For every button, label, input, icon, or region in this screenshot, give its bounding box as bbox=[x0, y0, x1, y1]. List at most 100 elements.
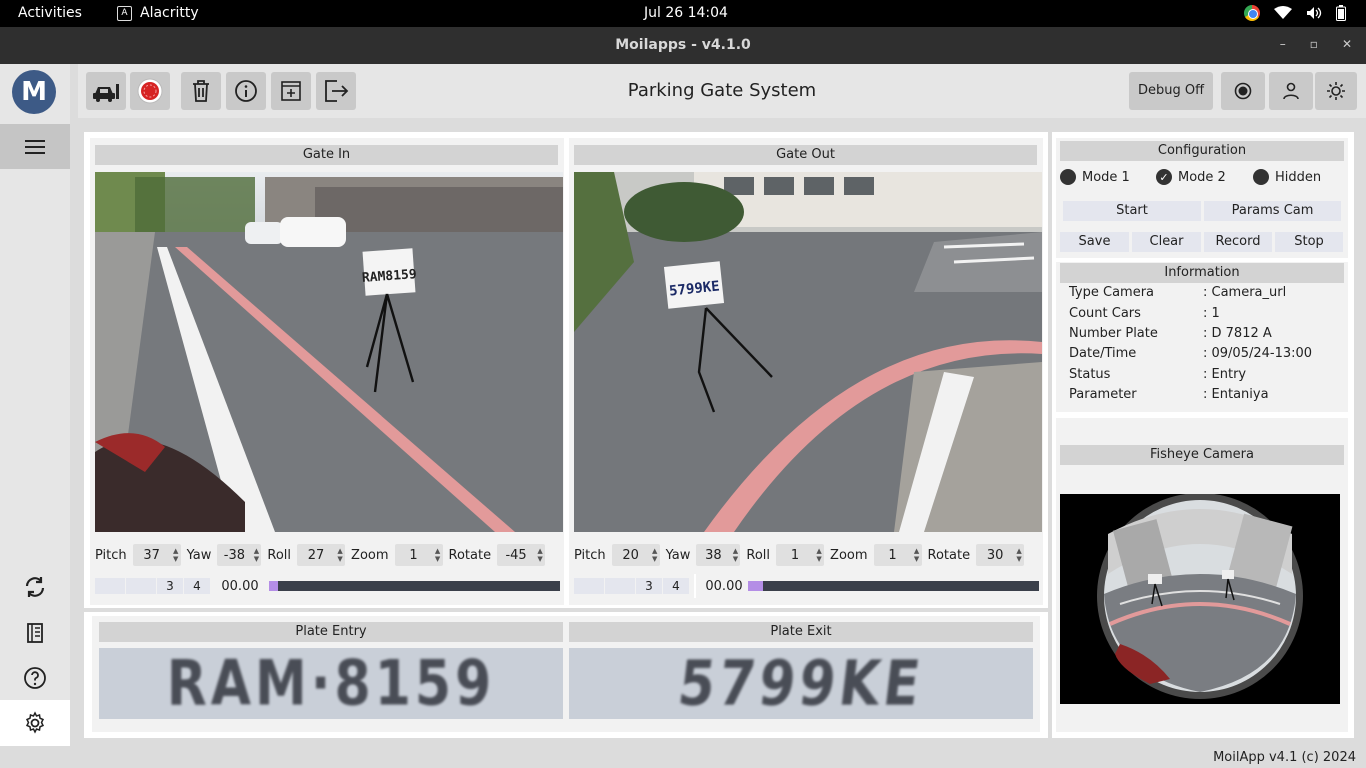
spin-arrows-icon[interactable]: ▲ ▼ bbox=[730, 547, 740, 563]
clear-button[interactable]: Clear bbox=[1132, 232, 1201, 252]
info-row-parameter: Parameter: Entaniya bbox=[1069, 387, 1269, 402]
plate-entry-title: Plate Entry bbox=[99, 622, 563, 642]
spin-arrows-icon[interactable]: ▲ ▼ bbox=[335, 547, 345, 563]
alacritty-icon: A bbox=[117, 5, 132, 21]
gate-out-playback-row: 3 4 00.00 bbox=[574, 574, 1039, 598]
gate-in-playback-row: 3 4 00.00 bbox=[95, 577, 560, 595]
gate-out-progress-fill bbox=[748, 581, 763, 591]
params-cam-button[interactable]: Params Cam bbox=[1204, 201, 1341, 221]
gate-in-box-2[interactable] bbox=[126, 578, 156, 594]
debug-toggle-button[interactable]: Debug Off bbox=[1129, 72, 1213, 110]
information-title: Information bbox=[1060, 263, 1344, 283]
record-list-button[interactable] bbox=[22, 620, 48, 646]
gate-out-roll-spinbox[interactable]: 1 ▲ ▼ bbox=[776, 544, 825, 566]
system-top-bar: Activities A Alacritty Jul 26 14:04 bbox=[0, 0, 1366, 27]
gate-out-zoom-spinbox[interactable]: 1 ▲ ▼ bbox=[873, 544, 922, 566]
spin-arrows-icon[interactable]: ▲ ▼ bbox=[535, 547, 545, 563]
info-row-number-plate: Number Plate: D 7812 A bbox=[1069, 326, 1272, 341]
book-icon bbox=[27, 623, 43, 643]
plate-entry-image: RAM·8159 bbox=[99, 648, 563, 719]
gate-out-box-3[interactable]: 3 bbox=[636, 578, 662, 594]
settings-button[interactable] bbox=[0, 700, 70, 746]
gate-in-zoom-spinbox[interactable]: 1 ▲ ▼ bbox=[394, 544, 443, 566]
rotate-label: Rotate bbox=[927, 547, 971, 563]
spin-arrows-icon[interactable]: ▲ ▼ bbox=[171, 547, 181, 563]
refresh-icon bbox=[25, 577, 45, 597]
gate-in-box-1[interactable] bbox=[95, 578, 125, 594]
sun-icon bbox=[1327, 82, 1345, 100]
gate-out-box-2[interactable] bbox=[605, 578, 635, 594]
divider bbox=[694, 574, 696, 598]
gate-in-box-3[interactable]: 3 bbox=[157, 578, 183, 594]
rotate-label: Rotate bbox=[448, 547, 492, 563]
close-window-button[interactable]: ✕ bbox=[1342, 37, 1352, 51]
radio-unchecked-icon[interactable] bbox=[1060, 169, 1076, 185]
clock[interactable]: Jul 26 14:04 bbox=[644, 5, 728, 21]
gate-out-box-1[interactable] bbox=[574, 578, 604, 594]
system-tray[interactable] bbox=[1244, 5, 1346, 21]
spin-arrows-icon[interactable]: ▲ ▼ bbox=[433, 547, 443, 563]
refresh-button[interactable] bbox=[22, 574, 48, 600]
info-row-type-camera: Type Camera: Camera_url bbox=[1069, 285, 1287, 300]
save-button[interactable]: Save bbox=[1060, 232, 1129, 252]
fisheye-camera-view[interactable] bbox=[1060, 494, 1340, 704]
spin-arrows-icon[interactable]: ▲ ▼ bbox=[650, 547, 660, 563]
plate-exit-image: 5799KE bbox=[569, 648, 1033, 719]
gate-out-time: 00.00 bbox=[705, 578, 743, 594]
info-row-count-cars: Count Cars: 1 bbox=[1069, 306, 1220, 321]
gate-out-progress-bar[interactable] bbox=[748, 581, 1039, 591]
menu-toggle-button[interactable] bbox=[0, 124, 70, 169]
gate-in-rotate-spinbox[interactable]: -45 ▲ ▼ bbox=[497, 544, 546, 566]
maximize-button[interactable]: ▫ bbox=[1310, 37, 1318, 51]
help-icon bbox=[24, 667, 46, 689]
gate-in-yaw-spinbox[interactable]: -38 ▲ ▼ bbox=[217, 544, 262, 566]
gate-in-roll-spinbox[interactable]: 27 ▲ ▼ bbox=[297, 544, 346, 566]
gate-in-progress-fill bbox=[269, 581, 278, 591]
gate-in-camera-view[interactable]: RAM8159 bbox=[95, 172, 563, 532]
gate-out-camera-view[interactable]: 5799KE bbox=[574, 172, 1042, 532]
help-button[interactable] bbox=[22, 665, 48, 691]
volume-icon[interactable] bbox=[1306, 6, 1322, 20]
activities-button[interactable]: Activities bbox=[18, 5, 82, 21]
wifi-icon[interactable] bbox=[1274, 6, 1292, 20]
gate-out-title: Gate Out bbox=[574, 145, 1037, 165]
stop-button[interactable]: Stop bbox=[1275, 232, 1343, 252]
gate-in-progress-bar[interactable] bbox=[269, 581, 560, 591]
battery-icon[interactable] bbox=[1336, 5, 1346, 21]
footer-copyright: MoilApp v4.1 (c) 2024 bbox=[1213, 750, 1356, 765]
gate-out-pitch-spinbox[interactable]: 20 ▲ ▼ bbox=[611, 544, 660, 566]
chrome-icon[interactable] bbox=[1244, 5, 1260, 21]
spin-arrows-icon[interactable]: ▲ ▼ bbox=[912, 547, 922, 563]
gate-in-controls: Pitch 37 ▲ ▼ Yaw -38 ▲ ▼ Roll 27 ▲ ▼ Zoom 1 ▲ ▼ … bbox=[95, 544, 546, 566]
radio-checked-icon[interactable]: ✓ bbox=[1156, 169, 1172, 185]
mode-1-radio[interactable]: Mode 1 bbox=[1060, 169, 1130, 185]
spin-arrows-icon[interactable]: ▲ ▼ bbox=[251, 547, 261, 563]
minimize-button[interactable]: – bbox=[1280, 37, 1286, 51]
gate-out-rotate-spinbox[interactable]: 30 ▲ ▼ bbox=[976, 544, 1025, 566]
gate-out-yaw-spinbox[interactable]: 38 ▲ ▼ bbox=[696, 544, 741, 566]
left-sidebar: M bbox=[0, 64, 70, 746]
spin-arrows-icon[interactable]: ▲ ▼ bbox=[814, 547, 824, 563]
theme-toggle-button[interactable] bbox=[1315, 72, 1357, 110]
record-button[interactable]: Record bbox=[1204, 232, 1272, 252]
gate-in-box-4[interactable]: 4 bbox=[184, 578, 210, 594]
start-button[interactable]: Start bbox=[1063, 201, 1201, 221]
gate-in-pitch-spinbox[interactable]: 37 ▲ ▼ bbox=[132, 544, 181, 566]
window-title: Moilapps - v4.1.0 bbox=[615, 37, 751, 53]
roll-label: Roll bbox=[746, 547, 771, 563]
plate-entry-text: RAM·8159 bbox=[166, 648, 496, 719]
zoom-label: Zoom bbox=[351, 547, 389, 563]
active-app-menu[interactable]: A Alacritty bbox=[117, 5, 199, 21]
gate-out-controls: Pitch 20 ▲ ▼ Yaw 38 ▲ ▼ Roll 1 ▲ ▼ Zoom 1 ▲ ▼ Ro… bbox=[574, 544, 1025, 566]
zoom-label: Zoom bbox=[830, 547, 868, 563]
radio-unchecked-icon[interactable] bbox=[1253, 169, 1269, 185]
user-icon bbox=[1283, 82, 1299, 100]
plate-exit-title: Plate Exit bbox=[569, 622, 1033, 642]
mode-2-radio[interactable]: ✓ Mode 2 bbox=[1156, 169, 1226, 185]
user-button[interactable] bbox=[1269, 72, 1313, 110]
record-toggle-button[interactable] bbox=[1221, 72, 1265, 110]
hidden-radio[interactable]: Hidden bbox=[1253, 169, 1321, 185]
gate-in-time: 00.00 bbox=[221, 578, 259, 594]
spin-arrows-icon[interactable]: ▲ ▼ bbox=[1014, 547, 1024, 563]
gate-out-box-4[interactable]: 4 bbox=[663, 578, 689, 594]
